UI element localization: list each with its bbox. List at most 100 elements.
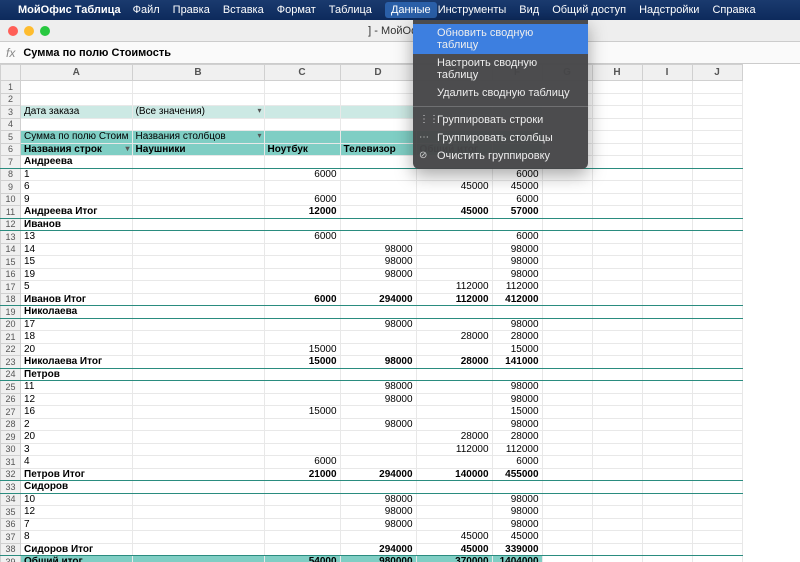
cell-I28[interactable] [642,418,692,431]
cell-A30[interactable]: 3 [21,443,133,456]
window-minimize-button[interactable] [24,26,34,36]
row-header[interactable]: 34 [1,493,21,506]
cell-G15[interactable] [542,256,592,269]
cell-F12[interactable] [492,218,542,231]
cell-E11[interactable]: 45000 [416,206,492,219]
cell-E19[interactable] [416,306,492,319]
cell-I31[interactable] [642,456,692,469]
menu-файл[interactable]: Файл [133,4,160,16]
cell-D18[interactable]: 294000 [340,293,416,306]
cell-G9[interactable] [542,181,592,194]
cell-B5[interactable]: Названия столбцов [132,131,264,144]
cell-C37[interactable] [264,531,340,544]
cell-B15[interactable] [132,256,264,269]
cell-B13[interactable] [132,231,264,244]
cell-H21[interactable] [592,331,642,344]
cell-A38[interactable]: Сидоров Итог [21,543,133,556]
cell-F25[interactable]: 98000 [492,381,542,394]
cell-H38[interactable] [592,543,642,556]
cell-J29[interactable] [692,431,742,444]
cell-J13[interactable] [692,231,742,244]
cell-D5[interactable] [340,131,416,144]
cell-I4[interactable] [642,118,692,131]
cell-I25[interactable] [642,381,692,394]
cell-I30[interactable] [642,443,692,456]
cell-D15[interactable]: 98000 [340,256,416,269]
row-header[interactable]: 17 [1,281,21,294]
cell-H4[interactable] [592,118,642,131]
fx-icon[interactable]: fx [6,46,15,60]
cell-C7[interactable] [264,156,340,169]
cell-B4[interactable] [132,118,264,131]
menu-общий доступ[interactable]: Общий доступ [552,4,626,16]
cell-I19[interactable] [642,306,692,319]
cell-A27[interactable]: 16 [21,406,133,419]
cell-D35[interactable]: 98000 [340,506,416,519]
cell-F11[interactable]: 57000 [492,206,542,219]
cell-B38[interactable] [132,543,264,556]
cell-G18[interactable] [542,293,592,306]
row-header[interactable]: 5 [1,131,21,144]
cell-I22[interactable] [642,343,692,356]
cell-B30[interactable] [132,443,264,456]
cell-J27[interactable] [692,406,742,419]
cell-H33[interactable] [592,481,642,494]
row-header[interactable]: 22 [1,343,21,356]
cell-J19[interactable] [692,306,742,319]
cell-H39[interactable] [592,556,642,562]
cell-C24[interactable] [264,368,340,381]
row-header[interactable]: 33 [1,481,21,494]
cell-A5[interactable]: Сумма по полю Стоим [21,131,133,144]
cell-D20[interactable]: 98000 [340,318,416,331]
cell-C6[interactable]: Ноутбук [264,143,340,156]
row-header[interactable]: 38 [1,543,21,556]
cell-J12[interactable] [692,218,742,231]
cell-D4[interactable] [340,118,416,131]
row-header[interactable]: 13 [1,231,21,244]
cell-A13[interactable]: 13 [21,231,133,244]
cell-G11[interactable] [542,206,592,219]
cell-A29[interactable]: 20 [21,431,133,444]
cell-H19[interactable] [592,306,642,319]
cell-G16[interactable] [542,268,592,281]
cell-H9[interactable] [592,181,642,194]
cell-F21[interactable]: 28000 [492,331,542,344]
cell-H18[interactable] [592,293,642,306]
cell-B25[interactable] [132,381,264,394]
cell-G14[interactable] [542,243,592,256]
cell-I16[interactable] [642,268,692,281]
cell-D9[interactable] [340,181,416,194]
cell-C19[interactable] [264,306,340,319]
cell-E33[interactable] [416,481,492,494]
cell-J39[interactable] [692,556,742,562]
cell-J21[interactable] [692,331,742,344]
cell-D13[interactable] [340,231,416,244]
cell-H29[interactable] [592,431,642,444]
cell-I38[interactable] [642,543,692,556]
cell-J6[interactable] [692,143,742,156]
row-header[interactable]: 9 [1,181,21,194]
cell-B34[interactable] [132,493,264,506]
row-header[interactable]: 3 [1,106,21,119]
row-header[interactable]: 16 [1,268,21,281]
cell-B2[interactable] [132,93,264,106]
cell-C17[interactable] [264,281,340,294]
cell-G25[interactable] [542,381,592,394]
cell-I18[interactable] [642,293,692,306]
cell-D22[interactable] [340,343,416,356]
cell-A7[interactable]: Андреева [21,156,133,169]
cell-C28[interactable] [264,418,340,431]
cell-B21[interactable] [132,331,264,344]
cell-C38[interactable] [264,543,340,556]
cell-E10[interactable] [416,193,492,206]
row-header[interactable]: 29 [1,431,21,444]
cell-I21[interactable] [642,331,692,344]
cell-A25[interactable]: 11 [21,381,133,394]
cell-H30[interactable] [592,443,642,456]
cell-J18[interactable] [692,293,742,306]
cell-D33[interactable] [340,481,416,494]
cell-G29[interactable] [542,431,592,444]
cell-C1[interactable] [264,81,340,94]
cell-E29[interactable]: 28000 [416,431,492,444]
cell-I23[interactable] [642,356,692,369]
